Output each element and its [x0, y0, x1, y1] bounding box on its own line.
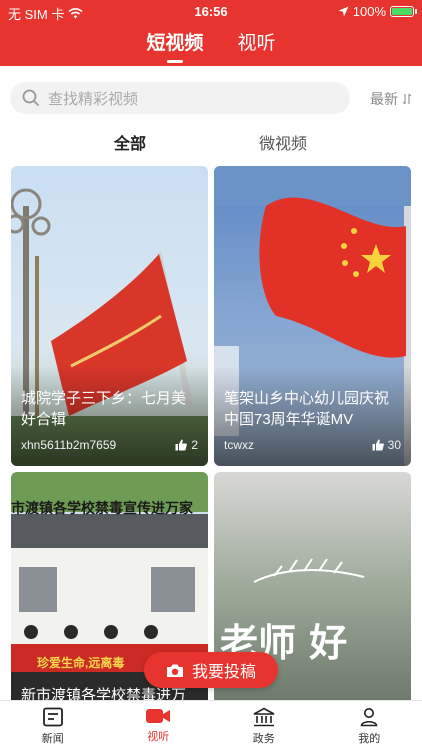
tab-short-video[interactable]: 短视频 [146, 28, 204, 63]
nav-label: 视听 [147, 731, 170, 743]
location-arrow-icon [338, 6, 349, 17]
tab-audio-visual[interactable]: 视听 [238, 28, 276, 63]
sort-icon [402, 93, 412, 105]
video-author: xhn5611b2m7659 [21, 438, 117, 452]
banner-text: 市渡镇各学校禁毒宣传进万家 [11, 500, 193, 516]
thumbs-up-icon [372, 439, 384, 451]
nav-label: 新闻 [41, 733, 64, 745]
nav-item-audio-visual[interactable]: 视听 [106, 701, 212, 750]
search-placeholder: 查找精彩视频 [48, 90, 139, 108]
nav-item-mine[interactable]: 我的 [317, 701, 422, 750]
battery-icon [390, 6, 417, 17]
sort-label: 最新 [370, 91, 398, 107]
search-icon [22, 89, 40, 107]
sort-button[interactable]: 最新 [370, 89, 412, 109]
like-count[interactable]: 2 [175, 438, 198, 452]
submit-video-button[interactable]: 我要投稿 [144, 652, 278, 688]
user-icon [360, 708, 378, 727]
video-title: 城院学子三下乡：七月美好合辑 [21, 390, 187, 428]
bottom-navigation: 新闻 视听 政务 我的 [0, 700, 422, 750]
video-meta: xhn5611b2m7659 2 [21, 438, 198, 452]
tab-all[interactable]: 全部 [114, 130, 146, 154]
video-camera-icon [146, 709, 171, 723]
battery-percent: 100% [352, 4, 386, 19]
video-meta: tcwxz 30 [224, 438, 401, 452]
tab-micro-video[interactable]: 微视频 [259, 130, 307, 154]
nav-label: 我的 [358, 733, 381, 745]
government-building-icon [253, 707, 275, 727]
nav-label: 政务 [252, 733, 275, 745]
header-tabs: 短视频 视听 [0, 28, 422, 63]
video-card[interactable]: 笔架山乡中心幼儿园庆祝中国73周年华诞MV tcwxz 30 [214, 166, 411, 466]
status-right: 100% [338, 4, 417, 19]
nav-item-news[interactable]: 新闻 [0, 701, 106, 750]
submit-video-label: 我要投稿 [191, 664, 256, 681]
video-author: tcwxz [224, 438, 254, 452]
like-number: 30 [387, 438, 401, 452]
status-bar: 无 SIM 卡 16:56 100% [0, 0, 422, 22]
top-header-bar: 无 SIM 卡 16:56 100% 短视频 视听 [0, 0, 422, 66]
like-count[interactable]: 30 [372, 438, 401, 452]
video-card[interactable]: 城院学子三下乡：七月美好合辑 xhn5611b2m7659 2 [11, 166, 208, 466]
video-title: 笔架山乡中心幼儿园庆祝中国73周年华诞MV [224, 390, 390, 428]
thumbs-up-icon [175, 439, 188, 451]
camera-icon [166, 664, 183, 677]
category-tabs: 全部 微视频 [0, 130, 422, 154]
search-input[interactable]: 查找精彩视频 [10, 82, 350, 114]
like-number: 2 [191, 438, 198, 452]
news-icon [42, 707, 63, 727]
nav-item-government[interactable]: 政务 [211, 701, 317, 750]
